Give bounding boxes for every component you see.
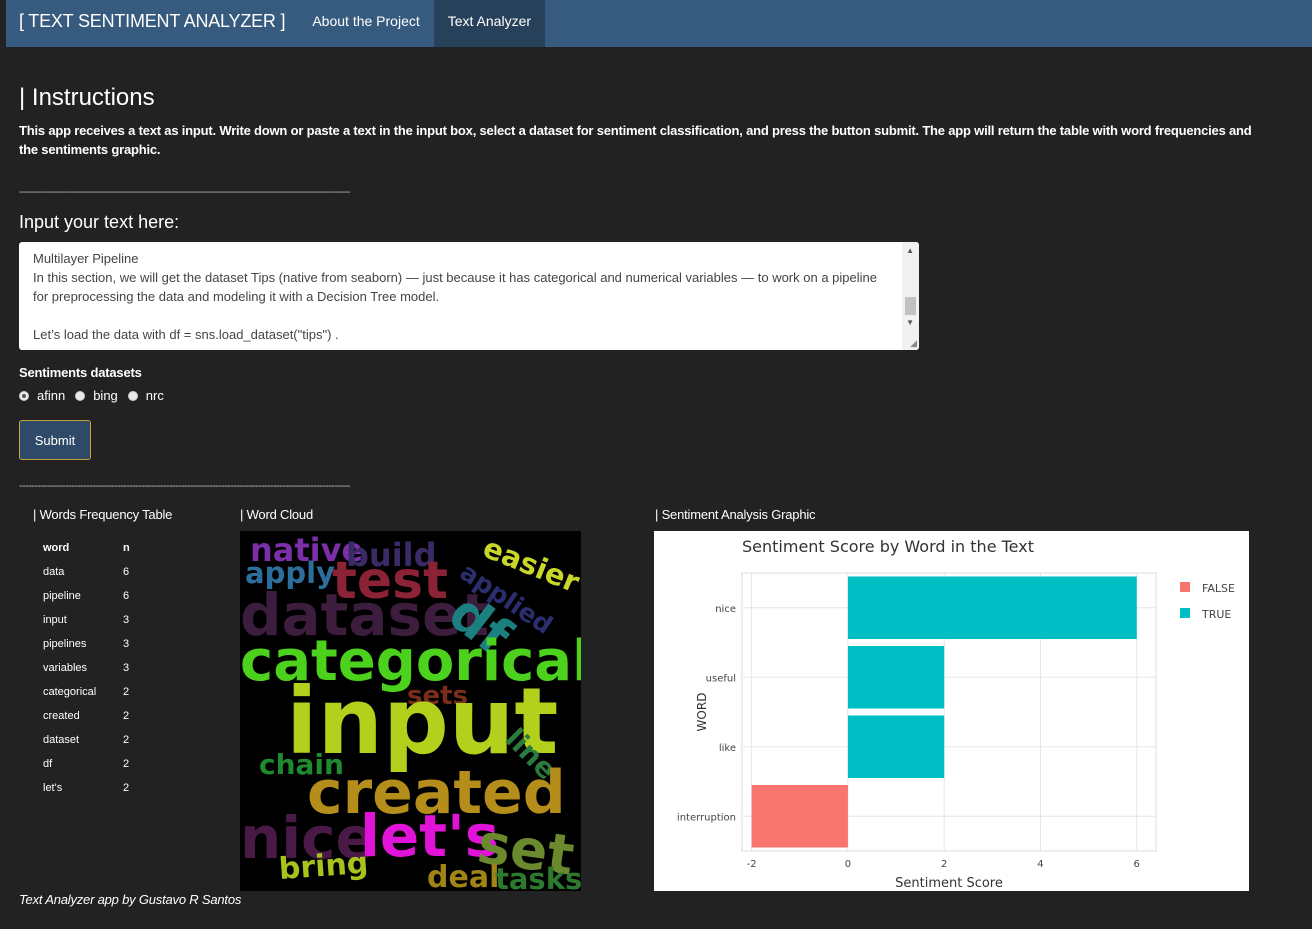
cell-word: input [43,614,67,626]
table-header-row: word n [43,536,130,560]
resize-grip-icon[interactable]: ◢ [910,338,917,349]
radio-afinn[interactable] [19,390,29,401]
radio-option-afinn[interactable]: afinn [19,388,65,403]
cell-word: data [43,566,65,578]
legend-swatch-FALSE [1180,582,1190,592]
divider: ----------------------------------------… [19,480,350,492]
app-brand[interactable]: [ TEXT SENTIMENT ANALYZER ] [6,0,298,47]
bar-nice [847,576,1137,640]
chart-title: Sentiment Score by Word in the Text [742,537,1034,556]
nav-text-analyzer[interactable]: Text Analyzer [433,0,546,47]
submit-button[interactable]: Submit [19,420,91,460]
text-input[interactable]: Multilayer Pipeline In this section, we … [19,242,919,350]
cell-count: 6 [123,566,130,578]
y-axis-label: WORD [695,693,709,732]
table-row: df 2 [43,752,130,776]
nav-about-project[interactable]: About the Project [298,0,433,47]
bar-like [847,715,945,779]
y-tick-label: useful [706,673,736,684]
cell-word: dataset [43,734,80,746]
word-cloud-title: | Word Cloud [240,507,313,522]
word-cloud-word: tasks [495,862,581,892]
cell-word: df [43,758,53,770]
table-row: input 3 [43,608,130,632]
y-tick-label: interruption [677,812,736,823]
cell-word: pipelines [43,638,87,650]
footer-credit: Text Analyzer app by Gustavo R Santos [19,892,242,907]
cell-count: 2 [123,734,130,746]
table-row: pipelines 3 [43,632,130,656]
table-row: let's 2 [43,776,130,800]
radio-bing[interactable] [75,390,86,401]
x-tick-label: 0 [845,859,851,870]
column-header-n: n [123,542,130,554]
cell-word: let's [43,782,63,794]
radio-bing-label: bing [93,388,118,403]
column-header-word: word [43,542,70,554]
word-cloud: native build easier applied apply test dataset… [240,531,581,891]
input-title: Input your text here: [19,212,180,232]
cell-count: 2 [123,686,130,698]
x-tick-label: 6 [1134,859,1140,870]
text-input-value[interactable]: Multilayer Pipeline In this section, we … [33,249,893,344]
scroll-thumb[interactable] [905,297,916,315]
cell-word: categorical [43,686,97,698]
x-tick-label: -2 [747,859,757,870]
textarea-scrollbar[interactable]: ▲ ▼ [902,242,919,350]
legend-label: TRUE [1201,608,1231,621]
x-axis-label: Sentiment Score [895,876,1003,891]
scroll-up-icon[interactable]: ▲ [906,246,914,255]
y-tick-label: like [719,743,736,754]
sentiment-chart: Sentiment Score by Word in the Text -2 0 2 4… [654,531,1249,891]
words-frequency-table: word n data 6 pipeline 6 input 3 pipelines 3 var… [43,536,130,800]
instructions-title: | Instructions [19,84,155,111]
cell-count: 3 [123,638,130,650]
cell-word: pipeline [43,590,81,602]
sentiments-label: Sentiments datasets [19,365,142,380]
word-cloud-word: bring [277,845,370,887]
navbar: [ TEXT SENTIMENT ANALYZER ] About the Pr… [6,0,1312,47]
chart-section-title: | Sentiment Analysis Graphic [655,507,816,522]
sentiment-chart-svg: Sentiment Score by Word in the Text -2 0 2 4… [677,537,1235,891]
radio-option-nrc[interactable]: nrc [127,388,164,403]
radio-nrc-label: nrc [145,388,164,403]
table-row: created 2 [43,704,130,728]
legend-swatch-TRUE [1180,608,1190,618]
cell-count: 6 [123,590,130,602]
legend-label: FALSE [1202,582,1235,595]
radio-option-bing[interactable]: bing [75,388,118,403]
y-tick-label: nice [715,604,736,615]
cell-word: created [43,710,80,722]
freq-table-title: | Words Frequency Table [33,507,173,522]
instructions-text: This app receives a text as input. Write… [19,123,1252,157]
cell-count: 3 [123,662,130,674]
scroll-down-icon[interactable]: ▼ [906,318,914,327]
word-cloud-word: deal [427,860,500,892]
radio-afinn-label: afinn [37,388,66,403]
cell-count: 2 [123,710,130,722]
table-row: data 6 [43,560,130,584]
cell-count: 3 [123,614,130,626]
radio-nrc[interactable] [127,390,138,401]
cell-count: 2 [123,758,130,770]
table-row: pipeline 6 [43,584,130,608]
bar-interruption [751,784,848,848]
x-tick-label: 4 [1037,859,1043,870]
bar-useful [847,645,945,709]
table-row: dataset 2 [43,728,130,752]
table-row: categorical 2 [43,680,130,704]
cell-word: variables [43,662,88,674]
cell-count: 2 [123,782,130,794]
table-row: variables 3 [43,656,130,680]
x-tick-label: 2 [941,859,947,870]
sentiments-radio-group: afinn bing nrc [19,388,174,403]
divider: ----------------------------------------… [19,186,350,198]
